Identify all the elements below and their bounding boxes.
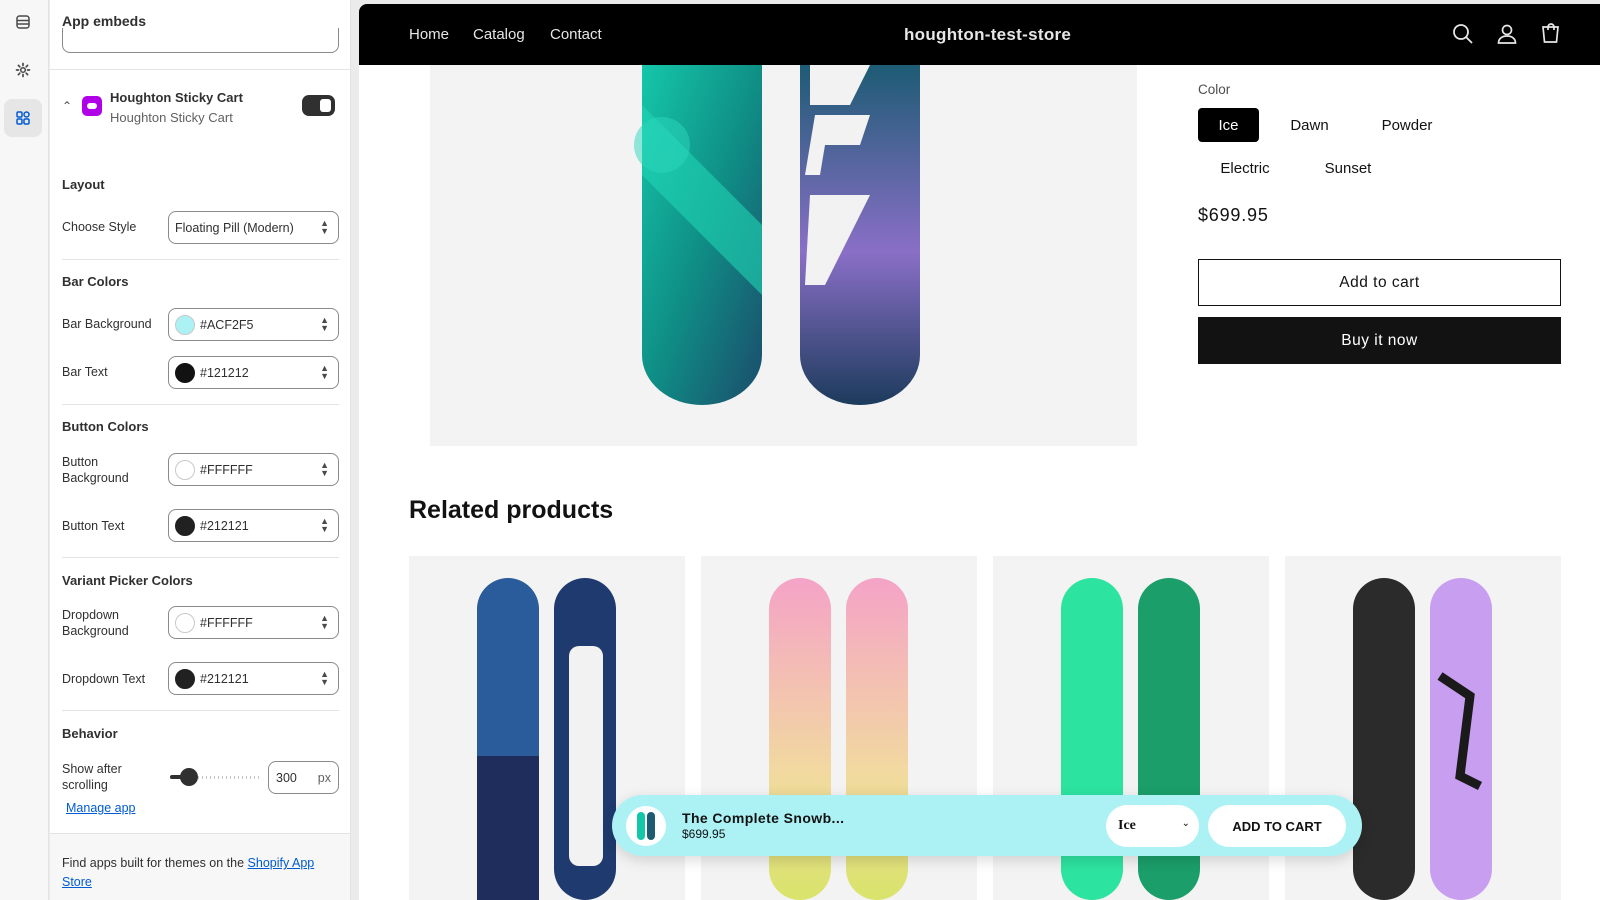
sticky-variant-value: Ice: [1118, 818, 1136, 833]
button-background-value: #FFFFFF: [200, 462, 253, 477]
search-icon[interactable]: [1451, 22, 1475, 46]
color-swatch: [175, 668, 195, 689]
variant-colors-section-title: Variant Picker Colors: [62, 573, 193, 588]
bar-text-label: Bar Text: [62, 365, 108, 379]
bar-background-value: #ACF2F5: [200, 317, 254, 332]
gear-icon: [15, 62, 31, 78]
select-chevron-icon: ▲ ▼: [320, 460, 329, 478]
footer-text: Find apps built for themes on the Shopif…: [62, 854, 342, 892]
bar-text-picker[interactable]: #121212 ▲ ▼: [168, 356, 339, 389]
sticky-product-price: $699.95: [682, 827, 726, 841]
color-option-dawn[interactable]: Dawn: [1274, 108, 1345, 142]
store-header: Home Catalog Contact houghton-test-store: [359, 4, 1600, 65]
sticky-product-thumbnail: [626, 806, 666, 846]
button-text-value: #212121: [200, 518, 249, 533]
color-swatch: [175, 314, 195, 335]
color-option-sunset[interactable]: Sunset: [1309, 151, 1387, 185]
panel-header: App embeds: [50, 0, 350, 70]
sticky-add-to-cart-button[interactable]: ADD TO CART: [1208, 805, 1346, 847]
nav-catalog-link[interactable]: Catalog: [473, 26, 525, 43]
button-text-picker[interactable]: #212121 ▲ ▼: [168, 509, 339, 542]
sections-button[interactable]: [4, 3, 42, 41]
scroll-threshold-input[interactable]: 300 px: [268, 761, 339, 794]
app-embeds-button[interactable]: [4, 99, 42, 137]
apps-icon: [16, 111, 30, 125]
product-price: $699.95: [1198, 205, 1269, 225]
cart-icon[interactable]: [1539, 22, 1563, 46]
account-icon[interactable]: [1495, 22, 1519, 46]
nav-contact-link[interactable]: Contact: [550, 26, 602, 43]
divider: [62, 710, 339, 711]
bar-background-picker[interactable]: #ACF2F5 ▲ ▼: [168, 308, 339, 341]
color-swatch: [175, 612, 195, 633]
color-swatch: [175, 515, 195, 536]
divider: [62, 259, 339, 260]
scroll-threshold-value: 300: [276, 771, 297, 785]
sticky-cart-app-icon: [82, 96, 102, 116]
button-text-label: Button Text: [62, 519, 125, 533]
bar-background-label: Bar Background: [62, 317, 152, 331]
color-option-ice[interactable]: Ice: [1198, 108, 1259, 142]
dropdown-text-label: Dropdown Text: [62, 672, 146, 686]
scroll-slider-thumb[interactable]: [180, 768, 198, 786]
dropdown-background-value: #FFFFFF: [200, 615, 253, 630]
select-chevron-icon: ▲ ▼: [320, 363, 329, 381]
embed-name: Houghton Sticky Cart: [110, 90, 243, 105]
scroll-threshold-unit: px: [317, 771, 331, 785]
button-background-picker[interactable]: #FFFFFF ▲ ▼: [168, 453, 339, 486]
choose-style-select[interactable]: Floating Pill (Modern) ▲ ▼: [168, 211, 339, 244]
dropdown-background-picker[interactable]: #FFFFFF ▲ ▼: [168, 606, 339, 639]
nav-home-link[interactable]: Home: [409, 26, 449, 43]
divider: [62, 557, 339, 558]
button-colors-section-title: Button Colors: [62, 419, 149, 434]
embed-toggle[interactable]: [302, 95, 335, 116]
layout-section-title: Layout: [62, 177, 105, 192]
related-products-title: Related products: [409, 496, 614, 524]
add-to-cart-button[interactable]: Add to cart: [1198, 259, 1561, 306]
footer-text-prefix: Find apps built for themes on the: [62, 856, 248, 870]
panel-title: App embeds: [62, 13, 147, 29]
dropdown-text-value: #212121: [200, 671, 249, 686]
dropdown-text-picker[interactable]: #212121 ▲ ▼: [168, 662, 339, 695]
bar-colors-section-title: Bar Colors: [62, 274, 129, 289]
sections-icon: [16, 15, 30, 29]
snowboard-image: [634, 65, 920, 405]
color-option-label: Color: [1198, 82, 1231, 97]
button-background-label: Button Background: [62, 455, 129, 485]
color-option-powder[interactable]: Powder: [1364, 108, 1450, 142]
left-rail: [0, 0, 49, 900]
dropdown-background-label: Dropdown Background: [62, 608, 129, 638]
store-preview: Home Catalog Contact houghton-test-store…: [359, 4, 1600, 900]
embed-subtitle: Houghton Sticky Cart: [110, 110, 233, 125]
chevron-down-icon: ⌄: [1181, 818, 1190, 829]
buy-it-now-button[interactable]: Buy it now: [1198, 317, 1561, 364]
chevron-up-icon[interactable]: ⌃: [62, 99, 72, 113]
behavior-section-title: Behavior: [62, 726, 118, 741]
select-chevron-icon: ▲ ▼: [320, 516, 329, 534]
sticky-variant-select[interactable]: Ice ⌄: [1106, 805, 1199, 847]
theme-settings-button[interactable]: [4, 51, 42, 89]
sticky-product-title: The Complete Snowb...: [682, 810, 845, 826]
panel-footer: Find apps built for themes on the Shopif…: [50, 833, 350, 900]
color-option-electric[interactable]: Electric: [1198, 151, 1292, 185]
sticky-cart-bar: The Complete Snowb... $699.95 Ice ⌄ ADD …: [612, 795, 1362, 856]
select-chevron-icon: ▲ ▼: [320, 315, 329, 333]
manage-app-link[interactable]: Manage app: [66, 801, 136, 815]
choose-style-label: Choose Style: [62, 220, 137, 234]
previous-embed-field[interactable]: [62, 28, 339, 53]
product-image[interactable]: [430, 65, 1137, 446]
divider: [62, 404, 339, 405]
store-name[interactable]: houghton-test-store: [904, 25, 1071, 45]
choose-style-value: Floating Pill (Modern): [175, 220, 294, 235]
color-swatch: [175, 459, 195, 480]
settings-panel: App embeds ⌃ Houghton Sticky Cart Hought…: [50, 0, 351, 900]
scroll-threshold-label: Show after scrolling: [62, 762, 122, 792]
bar-text-value: #121212: [200, 365, 249, 380]
select-chevron-icon: ▲ ▼: [320, 613, 329, 631]
select-chevron-icon: ▲ ▼: [320, 218, 329, 236]
select-chevron-icon: ▲ ▼: [320, 669, 329, 687]
app-embed-row[interactable]: ⌃ Houghton Sticky Cart Houghton Sticky C…: [50, 86, 350, 130]
color-swatch: [175, 362, 195, 383]
